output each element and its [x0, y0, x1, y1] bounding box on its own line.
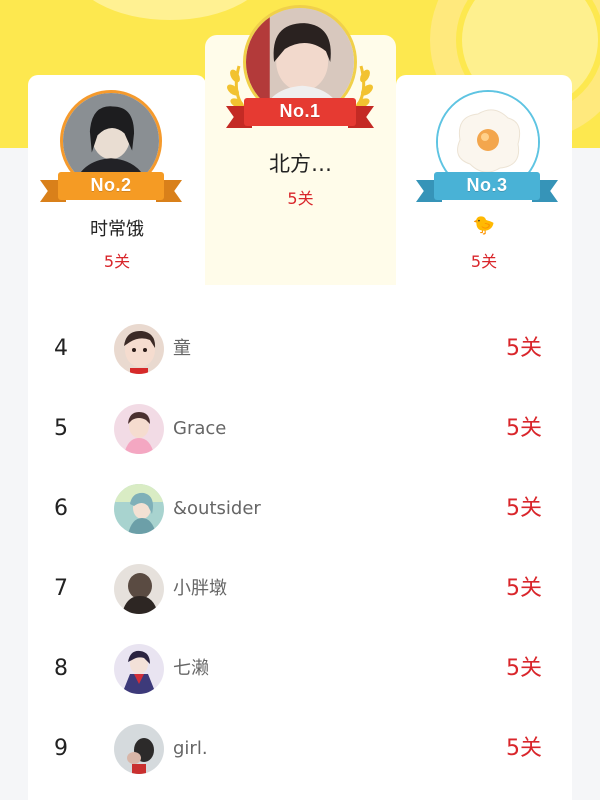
level-value: 5关	[506, 336, 542, 361]
rank-ribbon-second: No.2	[40, 172, 182, 202]
rank-number: 8	[54, 656, 68, 681]
avatar[interactable]	[114, 724, 164, 774]
level-value: 5关	[506, 656, 542, 681]
list-item[interactable]: 6 &outsider 5关	[28, 469, 572, 549]
podium-name-third: 🐤	[472, 215, 496, 236]
podium-level-first: 5关	[287, 189, 314, 208]
rank-ribbon-third: No.3	[416, 172, 558, 202]
rank-ribbon-first: No.1	[226, 98, 374, 128]
level-value: 5关	[506, 576, 542, 601]
user-name: girl.	[173, 738, 208, 759]
rank-number: 5	[54, 416, 68, 441]
list-item[interactable]: 5 Grace 5关	[28, 389, 572, 469]
rank-label: No.1	[279, 101, 321, 121]
list-item[interactable]: 8 七濑 5关	[28, 629, 572, 709]
rank-number: 4	[54, 336, 68, 361]
avatar[interactable]	[114, 484, 164, 534]
user-name: 小胖墩	[173, 578, 227, 599]
podium-name-second: 时常饿	[90, 219, 144, 240]
podium-name-first: 北方…	[269, 152, 332, 176]
rank-number: 6	[54, 496, 68, 521]
level-value: 5关	[506, 496, 542, 521]
level-value: 5关	[506, 736, 542, 761]
level-value: 5关	[506, 416, 542, 441]
avatar[interactable]	[114, 324, 164, 374]
user-name: Grace	[173, 418, 227, 439]
rank-label: No.3	[466, 175, 508, 195]
avatar[interactable]	[114, 404, 164, 454]
list-item[interactable]: 7 小胖墩 5关	[28, 549, 572, 629]
rank-number: 9	[54, 736, 68, 761]
podium-level-third: 5关	[470, 252, 498, 271]
user-name: 七濑	[173, 658, 209, 679]
decor-blob	[70, 0, 270, 20]
avatar[interactable]	[114, 644, 164, 694]
podium-level-second: 5关	[103, 252, 131, 271]
list-item[interactable]: 9 girl. 5关	[28, 709, 572, 789]
rank-number: 7	[54, 576, 68, 601]
user-name: 童󠀠	[173, 338, 191, 359]
list-item[interactable]: 4 童󠀠 5关	[28, 309, 572, 389]
avatar[interactable]	[114, 564, 164, 614]
rank-label: No.2	[90, 175, 132, 195]
ranking-list: 4 童󠀠 5关 5 Grace 5关 6 &outsider 5关 7 小胖墩 …	[28, 285, 572, 800]
user-name: &outsider	[173, 498, 261, 519]
